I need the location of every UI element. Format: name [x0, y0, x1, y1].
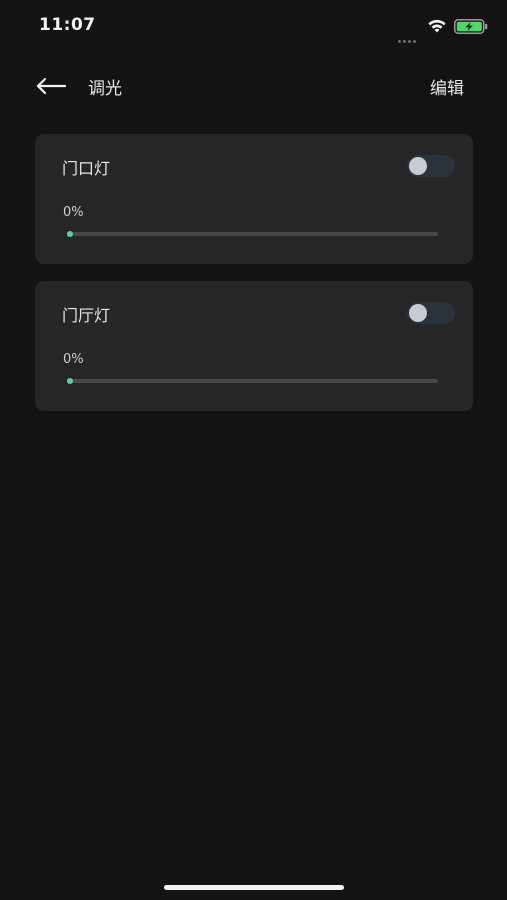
nav-bar: 调光 编辑	[0, 64, 507, 108]
light-name: 门厅灯	[62, 306, 111, 325]
brightness-slider[interactable]	[67, 375, 438, 387]
toggle-knob	[409, 157, 427, 175]
slider-thumb[interactable]	[67, 231, 73, 237]
brightness-label: 0%	[63, 205, 84, 220]
edit-button[interactable]: 编辑	[430, 74, 464, 99]
page-title: 调光	[88, 79, 122, 99]
battery-charging-icon	[454, 19, 488, 34]
slider-thumb[interactable]	[67, 378, 73, 384]
light-card-entrance: 门口灯 0%	[35, 134, 473, 264]
light-card-foyer: 门厅灯 0%	[35, 281, 473, 411]
brightness-slider[interactable]	[67, 228, 438, 240]
light-power-toggle[interactable]	[407, 155, 455, 177]
slider-track	[67, 232, 438, 236]
slider-track	[67, 379, 438, 383]
home-indicator	[164, 885, 344, 890]
toggle-knob	[409, 304, 427, 322]
light-name: 门口灯	[62, 159, 111, 178]
wifi-icon	[428, 19, 446, 33]
light-power-toggle[interactable]	[407, 302, 455, 324]
brightness-label: 0%	[63, 352, 84, 367]
signal-dots-icon	[398, 28, 420, 43]
arrow-left-icon	[36, 77, 67, 95]
status-bar: 11:07	[0, 0, 507, 50]
back-button[interactable]	[32, 74, 72, 98]
status-time: 11:07	[39, 15, 96, 35]
